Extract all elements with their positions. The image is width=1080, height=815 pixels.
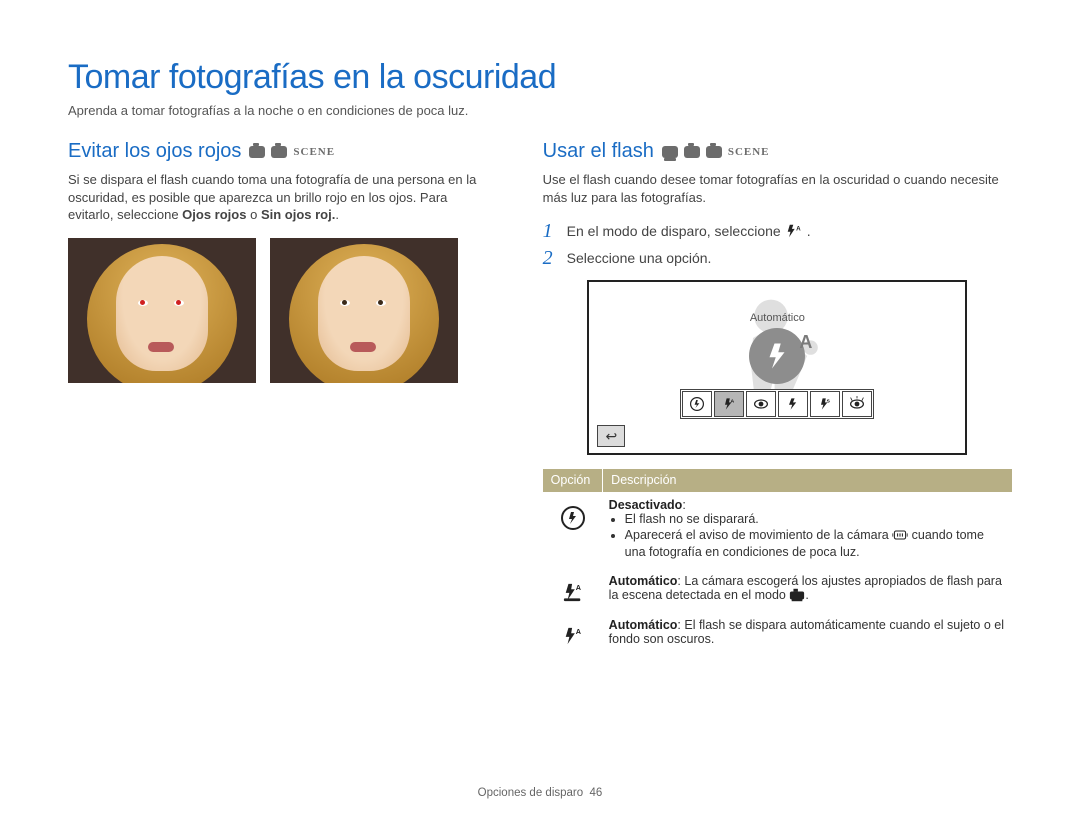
camera-icon: [249, 146, 265, 158]
section-use-flash: Usar el flash SCENE Use el flash cuando …: [543, 140, 1012, 655]
flash-mode-big-icon: [749, 328, 805, 384]
camera-icon: [684, 146, 700, 158]
option-icon-smart-auto: A: [543, 568, 603, 612]
flash-option-slow[interactable]: S: [810, 391, 840, 417]
table-header-option: Opción: [543, 469, 603, 492]
photo-corrected: [270, 238, 458, 383]
flash-option-redeye-fix[interactable]: [842, 391, 872, 417]
camera-screen-preview: Automático A A S ↩: [587, 280, 967, 455]
camera-icon: [271, 146, 287, 158]
flash-option-auto[interactable]: A: [714, 391, 744, 417]
flash-options-table: Opción Descripción Desactivado: El flash…: [543, 469, 1012, 655]
heading-use-flash: Usar el flash: [543, 140, 654, 163]
mode-icons-left: SCENE: [249, 146, 335, 158]
shake-warning-icon: [892, 528, 908, 545]
svg-text:A: A: [575, 583, 581, 592]
table-row: A Automático: La cámara escogerá los aju…: [543, 568, 1012, 612]
smart-mode-icon: [662, 146, 678, 158]
scene-mode-icon: SCENE: [293, 146, 335, 158]
page-intro: Aprenda a tomar fotografías a la noche o…: [68, 103, 1012, 118]
auto-badge: A: [799, 332, 812, 353]
table-row: A Automático: El flash se dispara automá…: [543, 612, 1012, 656]
avoid-red-eye-text: Si se dispara el flash cuando toma una f…: [68, 171, 495, 224]
camera-icon: [706, 146, 722, 158]
svg-text:A: A: [731, 398, 735, 404]
flash-option-off[interactable]: [682, 391, 712, 417]
flash-option-fill[interactable]: [778, 391, 808, 417]
step-1: 1 En el modo de disparo, seleccione A .: [543, 220, 1012, 243]
flash-auto-icon: A: [785, 224, 803, 238]
svg-text:S: S: [827, 398, 831, 404]
heading-avoid-red-eye: Evitar los ojos rojos: [68, 140, 241, 163]
svg-text:A: A: [575, 627, 581, 636]
use-flash-text: Use el flash cuando desee tomar fotograf…: [543, 171, 1012, 206]
flash-option-redeye[interactable]: [746, 391, 776, 417]
table-header-description: Descripción: [603, 469, 1012, 492]
flash-mode-label: Automático: [750, 312, 805, 324]
option-icon-off: [543, 492, 603, 568]
page-footer: Opciones de disparo 46: [0, 787, 1080, 799]
svg-text:A: A: [796, 225, 801, 232]
option-icon-auto: A: [543, 612, 603, 656]
table-row: Desactivado: El flash no se disparará. A…: [543, 492, 1012, 568]
example-photos: [68, 238, 495, 383]
back-button[interactable]: ↩: [597, 425, 625, 447]
flash-options-row: A S: [680, 389, 874, 419]
step-2: 2 Seleccione una opción.: [543, 247, 1012, 270]
photo-red-eye: [68, 238, 256, 383]
mode-icons-right: SCENE: [662, 146, 770, 158]
page-title: Tomar fotografías en la oscuridad: [68, 58, 1012, 97]
smart-mode-icon: [789, 588, 805, 605]
scene-mode-icon: SCENE: [728, 146, 770, 158]
section-avoid-red-eye: Evitar los ojos rojos SCENE Si se dispar…: [68, 140, 495, 655]
